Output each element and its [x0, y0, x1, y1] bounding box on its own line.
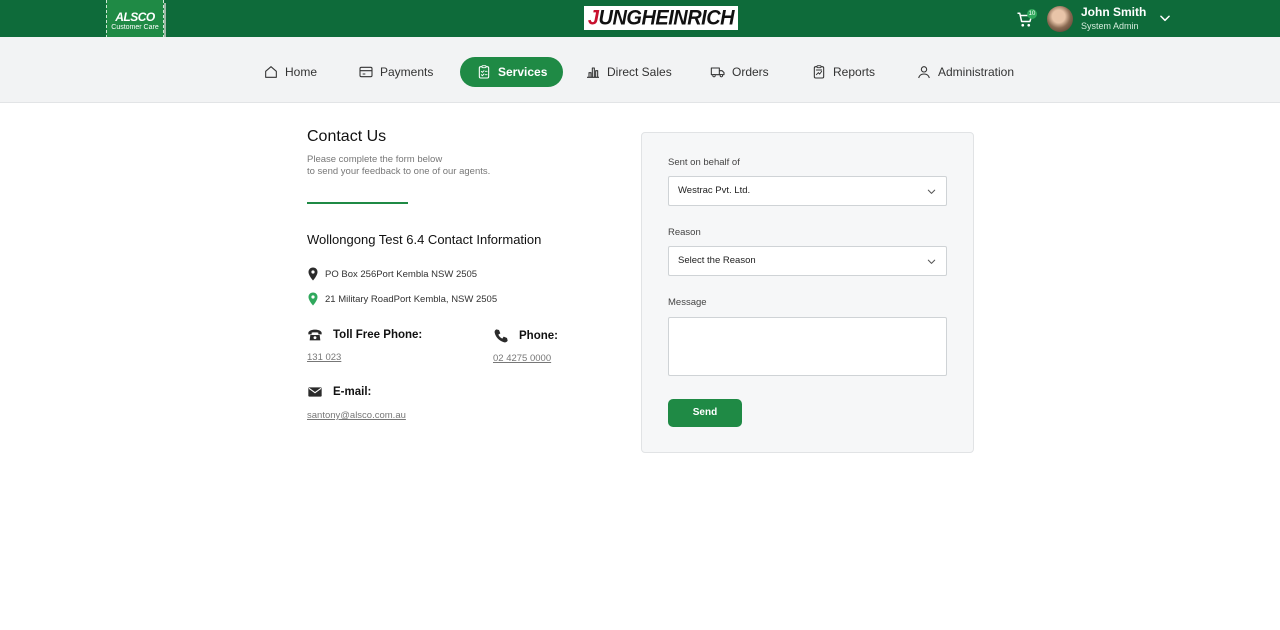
center-logo-text: JUNGHEINRICH — [587, 5, 735, 30]
truck-icon — [710, 67, 725, 78]
phone-label: Phone: — [519, 330, 558, 342]
nav-services[interactable]: Services — [460, 57, 564, 87]
top-bar: ALSCO Customer Care JUNGHEINRICH 10 John… — [0, 0, 1280, 43]
chevron-down-icon — [927, 189, 936, 194]
postal-address-text: PO Box 256Port Kembla NSW 2505 — [325, 268, 478, 280]
main-nav: Home Payments Services Direct Sales Orde… — [0, 37, 1280, 103]
message-textarea[interactable] — [668, 317, 947, 376]
nav-administration[interactable]: Administration — [916, 57, 1014, 87]
phone-link[interactable]: 02 4275 0000 — [493, 353, 551, 364]
email-label: E-mail: — [333, 386, 372, 398]
jungheinrich-logo: JUNGHEINRICH — [584, 6, 738, 30]
nav-direct-sales[interactable]: Direct Sales — [585, 57, 672, 87]
behalf-select[interactable]: Westrac Pvt. Ltd. — [668, 176, 947, 206]
location-pin-icon — [308, 267, 318, 281]
nav-payments[interactable]: Payments — [358, 57, 433, 87]
brand-subtitle: Customer Care — [111, 24, 159, 31]
bar-chart-icon — [587, 67, 599, 78]
subtitle-line-2: to send your feedback to one of our agen… — [307, 166, 491, 177]
send-button[interactable]: Send — [668, 399, 742, 427]
reason-select-value: Select the Reason — [678, 255, 756, 266]
cart-count-badge: 10 — [1027, 9, 1037, 19]
user-role: System Admin — [1081, 21, 1139, 31]
user-icon — [918, 66, 930, 79]
reason-label: Reason — [668, 227, 701, 238]
nav-orders[interactable]: Orders — [710, 57, 769, 87]
page-title: Contact Us — [307, 128, 387, 145]
avatar[interactable] — [1047, 6, 1073, 32]
title-divider — [307, 202, 408, 204]
clipboard-icon — [478, 65, 490, 79]
nav-services-label: Services — [498, 65, 548, 79]
street-address: 21 Military RoadPort Kembla, NSW 2505 — [307, 292, 497, 306]
email-link[interactable]: santony@alsco.com.au — [307, 410, 406, 421]
message-label: Message — [668, 297, 707, 308]
telephone-icon — [308, 329, 322, 341]
chevron-down-icon — [927, 259, 936, 264]
nav-payments-label: Payments — [380, 65, 434, 79]
mail-icon — [308, 387, 322, 397]
nav-reports-label: Reports — [833, 65, 876, 79]
contact-info-title: Wollongong Test 6.4 Contact Information — [307, 232, 542, 247]
nav-orders-label: Orders — [732, 65, 769, 79]
toll-free-phone: Toll Free Phone: — [307, 327, 422, 343]
nav-direct-sales-label: Direct Sales — [607, 65, 672, 79]
subtitle-line-1: Please complete the form below — [307, 154, 443, 165]
phone: Phone: — [493, 328, 558, 344]
card-icon — [359, 66, 373, 78]
email: E-mail: — [307, 384, 371, 400]
behalf-label: Sent on behalf of — [668, 157, 740, 168]
behalf-select-value: Westrac Pvt. Ltd. — [678, 185, 751, 196]
chevron-down-icon[interactable] — [1158, 11, 1172, 25]
phone-icon — [494, 329, 508, 343]
toll-free-label: Toll Free Phone: — [333, 329, 423, 341]
nav-reports[interactable]: Reports — [811, 57, 875, 87]
brand-name: ALSCO — [115, 10, 155, 24]
user-name[interactable]: John Smith — [1081, 5, 1146, 19]
nav-home-label: Home — [285, 65, 318, 79]
nav-administration-label: Administration — [938, 65, 1015, 79]
report-icon — [813, 65, 825, 79]
location-pin-icon — [308, 292, 318, 306]
street-address-text: 21 Military RoadPort Kembla, NSW 2505 — [325, 293, 498, 305]
nav-home[interactable]: Home — [263, 57, 317, 87]
reason-select[interactable]: Select the Reason — [668, 246, 947, 276]
page-subtitle: Please complete the form below to send y… — [307, 154, 547, 178]
home-icon — [265, 66, 277, 78]
postal-address: PO Box 256Port Kembla NSW 2505 — [307, 267, 477, 281]
toll-free-link[interactable]: 131 023 — [307, 352, 341, 363]
